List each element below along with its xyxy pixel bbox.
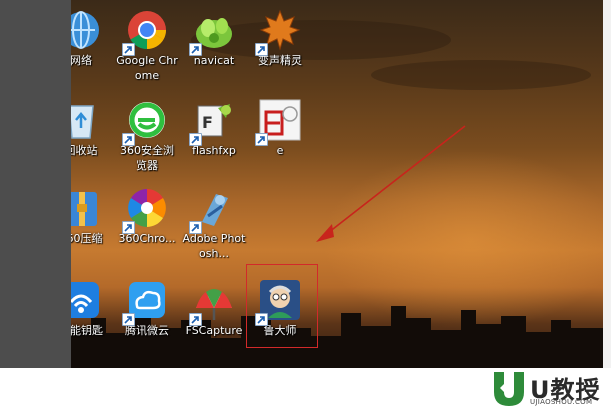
watermark-u-icon [494,372,524,406]
maple-leaf-icon [255,8,302,56]
shortcut-arrow-icon [189,221,202,234]
fscapture-icon [189,278,236,326]
desktop-icon-label: 360安全浏览器 [120,144,174,172]
desktop-icon-navicat[interactable]: navicat [182,8,246,68]
wifi-key-icon [71,278,103,322]
360-chrome-icon [122,186,169,234]
desktop-icon-photoshop[interactable]: Adobe Photosh... [182,186,246,261]
shortcut-arrow-icon [189,313,202,326]
watermark-logo: U教授 UJIAOSHOU.COM [490,368,605,408]
shortcut-arrow-icon [255,43,268,56]
desktop-icon-label: 万能钥匙 [71,324,103,337]
desktop-icon-label: Google Chrome [116,54,178,82]
cloud-icon [122,278,169,326]
desktop-icon-recycle-bin[interactable]: 回收站 [71,98,113,158]
network-icon [71,8,103,52]
desktop-icon-e-app[interactable]: e [248,98,312,158]
screenshot-frame: 网络 Google Chrome navicat 变声精灵 收站 360安全浏览… [0,0,611,411]
flashfxp-icon: F [189,98,236,146]
recycle-bin-icon [71,98,103,142]
desktop-icon-label: 回收站 [71,144,98,157]
desktop-icon-fscapture[interactable]: FSCapture [182,278,246,338]
left-window-panel [0,0,71,368]
highlight-box [246,264,318,348]
shortcut-arrow-icon [189,133,202,146]
annotation-arrow [316,125,466,242]
photoshop-icon [189,186,236,234]
shortcut-arrow-icon [189,43,202,56]
right-edge-strip [603,0,611,368]
shortcut-arrow-icon [255,133,268,146]
desktop-icon-360-browser[interactable]: 360安全浏览器 [115,98,179,173]
cloud [371,60,591,90]
desktop-icon-wifi-key[interactable]: 万能钥匙 [71,278,113,338]
desktop-icon-network[interactable]: 网络 [71,8,113,68]
desktop-icon-flashfxp[interactable]: F flashfxp [182,98,246,158]
desktop-icon-label: 网络 [71,54,92,67]
desktop-icon-chrome[interactable]: Google Chrome [115,8,179,83]
watermark-site: UJIAOSHOU.COM [530,398,593,406]
360-zip-icon [71,186,103,230]
desktop-icon-label: Adobe Photosh... [182,232,246,260]
shortcut-arrow-icon [122,221,135,234]
360-browser-icon [122,98,169,146]
svg-text:F: F [202,113,213,132]
shortcut-arrow-icon [122,133,135,146]
shortcut-arrow-icon [122,313,135,326]
desktop-icon-label: 360压缩 [71,232,103,245]
navicat-icon [189,8,236,56]
e-app-icon [255,98,302,146]
chrome-icon [122,8,169,56]
shortcut-arrow-icon [122,43,135,56]
desktop-icon-360-chrome[interactable]: 360Chro... [115,186,179,246]
desktop-icon-tencent-cloud[interactable]: 腾讯微云 [115,278,179,338]
desktop-icon-360-zip[interactable]: 360压缩 [71,186,113,246]
desktop-icon-voice-changer[interactable]: 变声精灵 [248,8,312,68]
